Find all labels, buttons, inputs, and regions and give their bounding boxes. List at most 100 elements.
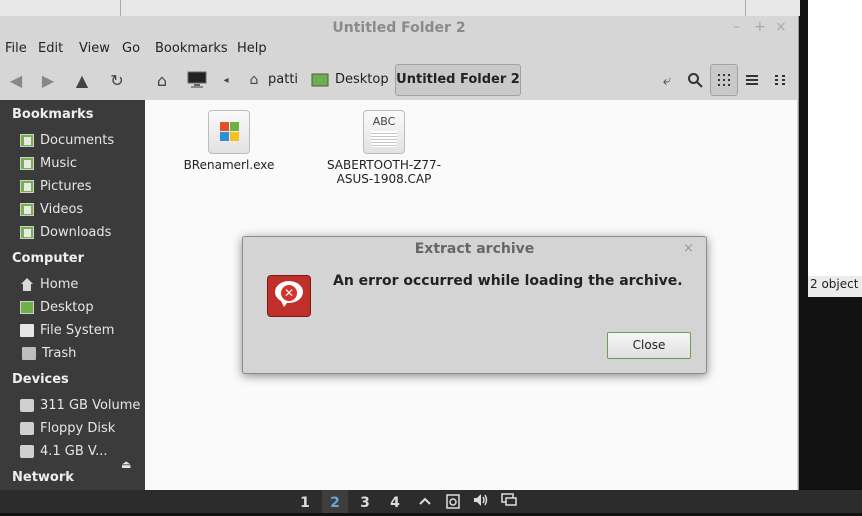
sidebar-item-label: Pictures [40,178,92,194]
text-lines-graphic [371,131,397,147]
reload-icon[interactable]: ↻ [107,70,127,90]
home-icon [20,277,34,291]
sidebar-item-label: Music [40,155,77,171]
sidebar-item-label: 4.1 GB V... [40,443,108,459]
sidebar-item-label: Trash [42,345,77,361]
breadcrumb-home-icon: ⌂ [249,72,259,88]
sidebar: Bookmarks Documents Music Pictures Video… [0,100,145,490]
file-item[interactable]: BRenamerl.exe [181,110,277,172]
folder-icon [20,156,34,170]
folder-icon [20,133,34,147]
sidebar-item-documents[interactable]: Documents [20,131,114,149]
file-icon-text: ABC [372,115,396,128]
toolbar: ◀ ▶ ▲ ↻ ⌂ ◂ ⌂ patti Desktop Untitled Fol… [0,62,798,100]
grid-icon [718,74,730,86]
sidebar-item-label: Videos [40,201,84,217]
title-bar[interactable]: Untitled Folder 2 – + × [0,16,798,40]
home-icon[interactable]: ⌂ [152,70,172,90]
error-x-mark: ✕ [281,285,297,301]
tray-expand-icon[interactable] [416,493,434,511]
sidebar-item-file-system[interactable]: File System [20,321,114,339]
background-content [808,0,862,276]
window-title: Untitled Folder 2 [332,20,466,36]
dialog-close-icon[interactable]: × [683,241,694,256]
folder-icon [20,179,34,193]
executable-icon [208,110,250,154]
breadcrumb-current[interactable]: Untitled Folder 2 [395,64,521,96]
file-name-line1: SABERTOOTH-Z77- [326,158,442,172]
volume-icon[interactable] [472,493,490,511]
breadcrumb-left-arrow-icon[interactable]: ◂ [216,70,236,90]
clipboard-icon[interactable] [444,493,462,511]
list-view-icon[interactable] [742,70,762,90]
sidebar-item-videos[interactable]: Videos [20,200,83,218]
back-icon[interactable]: ◀ [6,70,26,90]
menu-file[interactable]: File [5,41,27,56]
sidebar-item-label: File System [40,322,115,338]
file-name: BRenamerl.exe [183,158,275,172]
menu-bar: File Edit View Go Bookmarks Help [0,40,798,60]
up-icon[interactable]: ▲ [72,70,92,90]
dialog-message: An error occurred while loading the arch… [333,273,683,289]
close-button[interactable]: Close [607,332,691,359]
breadcrumb-desktop[interactable]: Desktop [335,72,389,87]
breadcrumb-desktop-icon [310,70,330,90]
extract-archive-dialog: Extract archive × ✕ An error occurred wh… [242,236,707,374]
background-divider [120,0,121,16]
sidebar-item-downloads[interactable]: Downloads [20,223,111,241]
compact-view-icon[interactable] [770,70,790,90]
menu-bookmarks[interactable]: Bookmarks [155,41,228,56]
close-window-icon[interactable]: × [775,19,787,35]
file-system-icon [20,323,34,337]
background-window-right: 2 object [808,0,862,297]
menu-view[interactable]: View [79,41,110,56]
sidebar-section-bookmarks: Bookmarks [12,107,94,122]
floppy-icon [20,421,34,435]
forward-icon[interactable]: ▶ [38,70,58,90]
drive-icon [20,398,34,412]
menu-help[interactable]: Help [237,41,267,56]
file-item[interactable]: ABC SABERTOOTH-Z77- ASUS-1908.CAP [319,110,449,186]
workspace-3[interactable]: 3 [352,490,378,513]
error-icon: ✕ [267,275,311,317]
desktop-icon [20,300,34,314]
workspace-4[interactable]: 4 [382,490,408,513]
menu-edit[interactable]: Edit [38,41,63,56]
background-window-top [0,0,800,16]
sidebar-item-home[interactable]: Home [20,275,78,293]
background-status-text: 2 object [810,277,859,291]
sidebar-item-label: Documents [40,132,115,148]
sidebar-section-devices: Devices [12,372,69,387]
sidebar-item-label: Downloads [40,224,112,240]
icon-view-button[interactable] [710,64,738,96]
sidebar-item-pictures[interactable]: Pictures [20,177,91,195]
sidebar-item-desktop[interactable]: Desktop [20,298,94,316]
sidebar-item-label: 311 GB Volume [40,397,141,413]
drive-icon [20,444,34,458]
background-divider [745,0,746,16]
search-icon[interactable] [685,70,705,90]
dialog-title: Extract archive [414,241,535,257]
trash-icon [22,346,36,360]
sidebar-item-music[interactable]: Music [20,154,77,172]
sidebar-section-network: Network [12,470,74,485]
bottom-panel: 1 2 3 4 [0,490,862,513]
breadcrumb-current-label: Untitled Folder 2 [396,72,520,87]
display-icon[interactable] [500,493,518,511]
sidebar-item-4gb-volume[interactable]: 4.1 GB V... [20,442,108,460]
computer-icon[interactable] [187,70,207,90]
workspace-2[interactable]: 2 [322,490,348,513]
toggle-location-icon[interactable]: ⤶ [657,70,677,90]
sidebar-item-311gb-volume[interactable]: 311 GB Volume [20,396,140,414]
minimize-icon[interactable]: – [733,19,740,35]
workspace-1[interactable]: 1 [292,490,318,513]
sidebar-item-floppy-disk[interactable]: Floppy Disk [20,419,115,437]
menu-go[interactable]: Go [122,41,140,56]
breadcrumb-home[interactable]: patti [268,72,298,87]
sidebar-item-label: Home [40,276,79,292]
windows-logo-icon [220,122,240,142]
sidebar-item-trash[interactable]: Trash [20,344,76,362]
folder-icon [20,225,34,239]
maximize-icon[interactable]: + [754,19,766,35]
eject-icon[interactable]: ⏏ [121,458,131,471]
